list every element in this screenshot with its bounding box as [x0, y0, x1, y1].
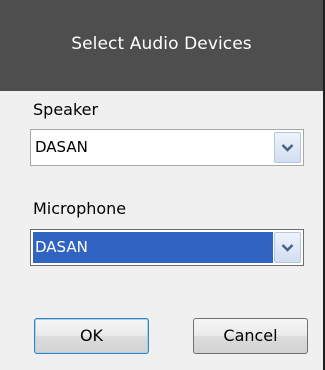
cancel-button[interactable]: Cancel	[193, 318, 308, 354]
microphone-label: Microphone	[33, 199, 127, 218]
speaker-selected-value: DASAN	[35, 138, 88, 156]
dialog-title: Select Audio Devices	[71, 34, 252, 54]
dialog-header: Select Audio Devices	[0, 0, 323, 91]
ok-button[interactable]: OK	[34, 318, 149, 354]
audio-devices-dialog: Select Audio Devices Speaker DASAN Micro…	[0, 0, 323, 370]
speaker-select[interactable]: DASAN	[30, 129, 304, 166]
chevron-down-icon	[281, 243, 294, 252]
microphone-selected-value: DASAN	[33, 232, 273, 263]
microphone-select[interactable]: DASAN	[30, 229, 304, 266]
speaker-dropdown-button[interactable]	[274, 132, 301, 163]
speaker-label: Speaker	[33, 100, 99, 119]
microphone-dropdown-button[interactable]	[274, 232, 301, 263]
chevron-down-icon	[281, 143, 294, 152]
